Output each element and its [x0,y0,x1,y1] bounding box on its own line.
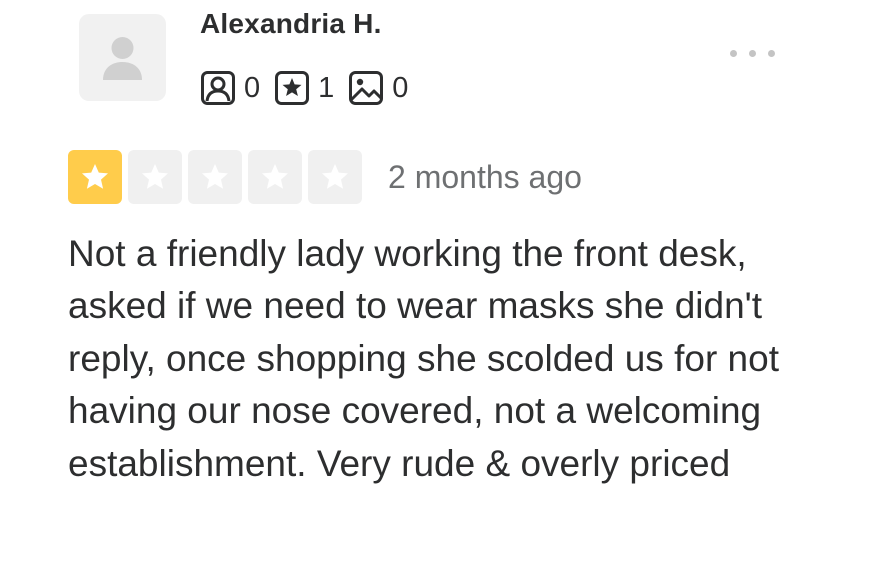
photos-count: 0 [392,71,409,104]
friends-stat: 0 [200,70,260,106]
photos-stat: 0 [348,70,408,106]
star-icon [82,164,108,189]
review-card: Alexandria H. 0 1 0 2 months ago Not a f… [0,0,879,561]
more-options-icon [767,49,775,57]
star-rating [68,150,368,204]
review-text: Not a friendly lady working the front de… [68,233,779,484]
friends-icon [201,71,235,105]
user-name[interactable]: Alexandria H. [200,8,382,40]
user-stats: 0 1 0 [200,68,422,108]
more-options-icon [729,49,737,57]
reviews-count: 1 [318,71,335,104]
photos-icon [349,71,384,105]
star-3 [188,150,242,204]
user-silhouette-icon [103,37,142,80]
star-1 [68,150,122,204]
star-2 [128,150,182,204]
friends-count: 0 [244,71,261,104]
star-4 [248,150,302,204]
star-icon [322,164,348,189]
star-5 [308,150,362,204]
reviews-stat: 1 [274,70,334,106]
star-icon [262,164,288,189]
avatar[interactable] [79,14,166,101]
more-options-button[interactable] [720,38,784,68]
star-icon [142,164,168,189]
reviews-star-icon [275,71,310,105]
rating-row: 2 months ago [68,150,582,204]
more-options-icon [748,49,756,57]
review-date: 2 months ago [388,158,582,195]
star-icon [202,164,228,189]
